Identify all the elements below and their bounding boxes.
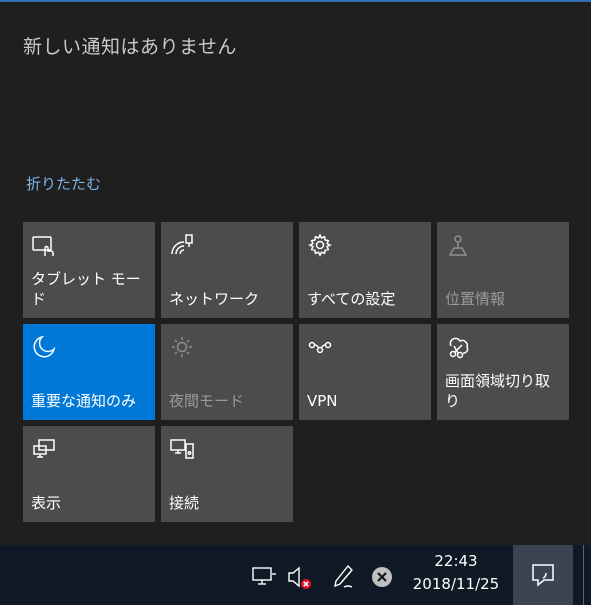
location-icon	[445, 232, 471, 258]
network-icon	[169, 232, 195, 258]
tile-label: タブレット モード	[31, 270, 141, 308]
tile-label: 表示	[31, 494, 62, 512]
volume-muted-icon[interactable]	[286, 563, 314, 591]
quick-actions-grid: タブレット モード ネットワーク すべての設定 位置情報 重要な通知のみ 夜間モ…	[23, 222, 569, 522]
tablet-mode-icon	[31, 232, 57, 258]
vpn-icon	[307, 334, 333, 360]
network-wired-icon[interactable]	[250, 563, 278, 591]
tile-focus-assist[interactable]: 重要な通知のみ	[23, 324, 155, 420]
project-display-icon	[31, 436, 57, 462]
tile-connect[interactable]: 接続	[161, 426, 293, 522]
tile-label: VPN	[307, 392, 338, 410]
tile-label: 接続	[169, 494, 200, 512]
action-center-panel: 新しい通知はありません 折りたたむ タブレット モード ネットワーク すべての設…	[0, 2, 591, 545]
collapse-link[interactable]: 折りたたむ	[26, 173, 101, 194]
taskbar-clock[interactable]: 22:43 2018/11/25	[404, 550, 508, 596]
tile-location[interactable]: 位置情報	[437, 222, 569, 318]
snip-icon	[445, 334, 471, 360]
close-circle-icon[interactable]	[368, 563, 396, 591]
brightness-icon	[169, 334, 195, 360]
settings-gear-icon	[307, 232, 333, 258]
tile-vpn[interactable]: VPN	[299, 324, 431, 420]
tile-label: 重要な通知のみ	[31, 392, 137, 410]
action-center-button[interactable]	[513, 545, 573, 605]
tile-label: 夜間モード	[169, 392, 245, 410]
tile-all-settings[interactable]: すべての設定	[299, 222, 431, 318]
clock-date: 2018/11/25	[412, 575, 500, 593]
notification-bubble-icon	[532, 564, 554, 587]
tile-tablet-mode[interactable]: タブレット モード	[23, 222, 155, 318]
clock-time: 22:43	[434, 552, 478, 570]
tile-network[interactable]: ネットワーク	[161, 222, 293, 318]
tile-project[interactable]: 表示	[23, 426, 155, 522]
connect-icon	[169, 436, 195, 462]
tile-label: 画面領域切り取り	[445, 372, 551, 410]
moon-icon	[31, 334, 57, 360]
no-notifications-text: 新しい通知はありません	[23, 36, 237, 58]
tile-night-light[interactable]: 夜間モード	[161, 324, 293, 420]
tile-label: すべての設定	[307, 290, 396, 308]
pen-icon[interactable]	[330, 563, 358, 591]
taskbar: 22:43 2018/11/25	[0, 545, 591, 605]
tile-label: ネットワーク	[169, 290, 260, 308]
tile-screen-snip[interactable]: 画面領域切り取り	[437, 324, 569, 420]
tile-label: 位置情報	[445, 290, 506, 308]
show-desktop-button[interactable]	[583, 545, 587, 605]
